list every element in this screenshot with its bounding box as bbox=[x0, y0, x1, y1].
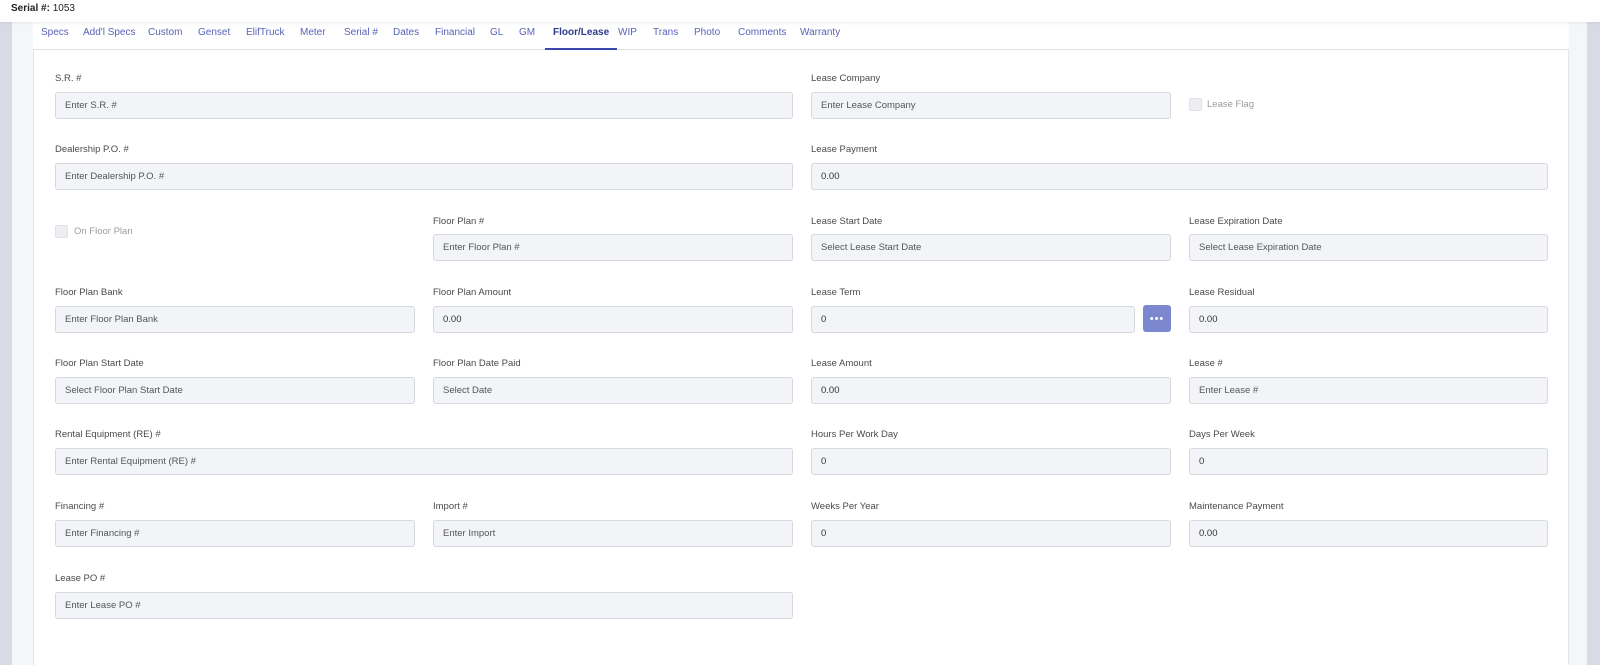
rental-equipment-label: Rental Equipment (RE) # bbox=[55, 429, 161, 440]
import-num-label: Import # bbox=[433, 501, 468, 512]
tab-custom[interactable]: Custom bbox=[148, 27, 182, 50]
serial-value: 1053 bbox=[52, 3, 75, 14]
tab-trans[interactable]: Trans bbox=[653, 27, 678, 50]
lease-expiration-date-label: Lease Expiration Date bbox=[1189, 216, 1283, 227]
lease-term-input[interactable] bbox=[811, 306, 1135, 333]
lease-amount-input[interactable] bbox=[811, 377, 1171, 404]
lease-flag-checkbox[interactable] bbox=[1189, 98, 1202, 111]
tab-genset[interactable]: Genset bbox=[198, 27, 230, 50]
top-bar: Serial #: 1053 bbox=[0, 0, 1600, 22]
lease-term-label: Lease Term bbox=[811, 287, 861, 298]
lease-start-date-input[interactable] bbox=[811, 234, 1171, 261]
tab-eliftruck[interactable]: ElifTruck bbox=[246, 27, 285, 50]
tab-floor-lease[interactable]: Floor/Lease bbox=[545, 27, 618, 50]
floor-plan-start-date-input[interactable] bbox=[55, 377, 415, 404]
lease-residual-label: Lease Residual bbox=[1189, 287, 1255, 298]
floor-plan-start-date-label: Floor Plan Start Date bbox=[55, 358, 144, 369]
rental-equipment-input[interactable] bbox=[55, 448, 793, 475]
financing-num-input[interactable] bbox=[55, 520, 415, 547]
lease-residual-input[interactable] bbox=[1189, 306, 1548, 333]
left-gutter bbox=[0, 22, 12, 665]
floor-plan-date-paid-label: Floor Plan Date Paid bbox=[433, 358, 521, 369]
tab-addl-specs[interactable]: Add'l Specs bbox=[83, 27, 136, 50]
floor-plan-num-input[interactable] bbox=[433, 234, 793, 261]
floor-plan-num-label: Floor Plan # bbox=[433, 216, 485, 227]
floor-plan-amount-input[interactable] bbox=[433, 306, 793, 333]
lease-term-more-button[interactable]: ••• bbox=[1143, 305, 1171, 332]
tab-comments[interactable]: Comments bbox=[738, 27, 786, 50]
maintenance-payment-input[interactable] bbox=[1189, 520, 1548, 547]
tab-gl[interactable]: GL bbox=[490, 27, 503, 50]
tab-warranty[interactable]: Warranty bbox=[800, 27, 840, 50]
sr-input[interactable] bbox=[55, 92, 793, 119]
tab-specs[interactable]: Specs bbox=[41, 27, 69, 50]
right-gutter bbox=[1587, 22, 1600, 665]
lease-payment-input[interactable] bbox=[811, 163, 1548, 190]
on-floor-plan-checkbox[interactable] bbox=[55, 225, 68, 238]
hours-per-work-day-input[interactable] bbox=[811, 448, 1171, 475]
tab-financial[interactable]: Financial bbox=[435, 27, 475, 50]
lease-flag-label: Lease Flag bbox=[1207, 99, 1255, 110]
floor-plan-bank-input[interactable] bbox=[55, 306, 415, 333]
hours-per-work-day-label: Hours Per Work Day bbox=[811, 429, 898, 440]
lease-num-label: Lease # bbox=[1189, 358, 1223, 369]
lease-start-date-label: Lease Start Date bbox=[811, 216, 883, 227]
lease-payment-label: Lease Payment bbox=[811, 144, 878, 155]
lease-po-input[interactable] bbox=[55, 592, 793, 619]
financing-num-label: Financing # bbox=[55, 501, 105, 512]
lease-po-label: Lease PO # bbox=[55, 573, 106, 584]
weeks-per-year-input[interactable] bbox=[811, 520, 1171, 547]
tab-serial[interactable]: Serial # bbox=[344, 27, 378, 50]
lease-expiration-date-input[interactable] bbox=[1189, 234, 1548, 261]
tab-meter[interactable]: Meter bbox=[300, 27, 326, 50]
lease-num-input[interactable] bbox=[1189, 377, 1548, 404]
lease-amount-label: Lease Amount bbox=[811, 358, 872, 369]
maintenance-payment-label: Maintenance Payment bbox=[1189, 501, 1284, 512]
tab-dates[interactable]: Dates bbox=[393, 27, 419, 50]
dealership-po-label: Dealership P.O. # bbox=[55, 144, 129, 155]
floor-plan-amount-label: Floor Plan Amount bbox=[433, 287, 512, 298]
floor-plan-bank-label: Floor Plan Bank bbox=[55, 287, 123, 298]
lease-company-label: Lease Company bbox=[811, 73, 881, 84]
floor-plan-date-paid-input[interactable] bbox=[433, 377, 793, 404]
lease-company-input[interactable] bbox=[811, 92, 1171, 119]
tab-wip[interactable]: WIP bbox=[618, 27, 637, 50]
days-per-week-input[interactable] bbox=[1189, 448, 1548, 475]
days-per-week-label: Days Per Week bbox=[1189, 429, 1255, 440]
tab-gm[interactable]: GM bbox=[519, 27, 535, 50]
floor-lease-panel bbox=[33, 50, 1569, 665]
tab-photo[interactable]: Photo bbox=[694, 27, 720, 50]
dealership-po-input[interactable] bbox=[55, 163, 793, 190]
on-floor-plan-label: On Floor Plan bbox=[74, 226, 133, 237]
tab-bar: Specs Add'l Specs Custom Genset ElifTruc… bbox=[33, 22, 1569, 50]
weeks-per-year-label: Weeks Per Year bbox=[811, 501, 879, 512]
sr-label: S.R. # bbox=[55, 73, 82, 84]
import-num-input[interactable] bbox=[433, 520, 793, 547]
serial-label: Serial #: bbox=[11, 3, 50, 14]
ellipsis-icon: ••• bbox=[1149, 312, 1165, 325]
